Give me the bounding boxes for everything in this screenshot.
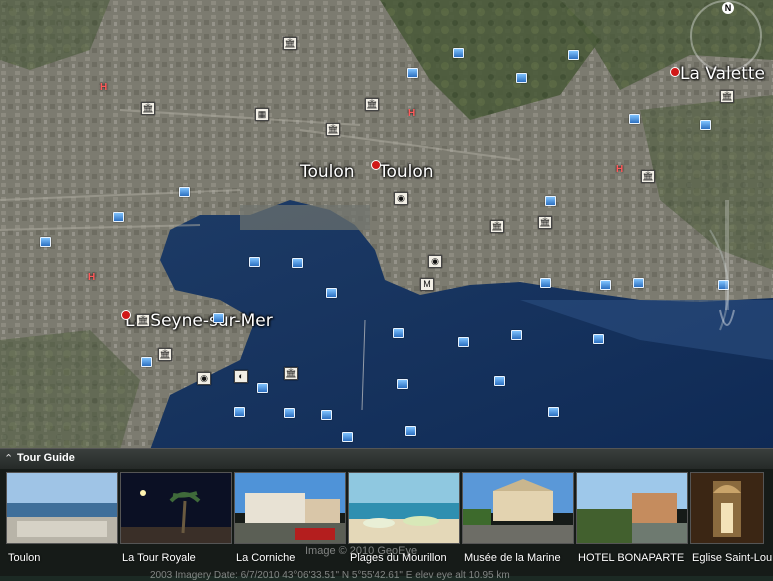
photo-pin-icon[interactable]: [257, 383, 268, 393]
tour-card-la-corniche[interactable]: La Corniche: [234, 472, 346, 572]
museum-icon[interactable]: 🏛: [326, 123, 340, 136]
photo-pin-icon[interactable]: [342, 432, 353, 442]
tour-card-musee-de-la-marine[interactable]: Musée de la Marine: [462, 472, 574, 572]
photo-pin-icon[interactable]: [453, 48, 464, 58]
museum-icon[interactable]: 🏛: [136, 314, 150, 327]
photo-pin-icon[interactable]: [234, 407, 245, 417]
tour-thumbnail[interactable]: [462, 472, 574, 544]
photo-pin-icon[interactable]: [405, 426, 416, 436]
photo-pin-icon[interactable]: [393, 328, 404, 338]
photo-pin-icon[interactable]: [321, 410, 332, 420]
tour-card-label: Toulon: [8, 552, 41, 564]
photo-pin-icon[interactable]: [548, 407, 559, 417]
hotel-icon[interactable]: H: [408, 108, 415, 119]
museum-icon[interactable]: 🏛: [720, 90, 734, 103]
tour-guide-panel: ⌃ Tour Guide Toulon La Tour Royale La Co…: [0, 448, 773, 581]
satellite-map[interactable]: Toulon Toulon La Valette La Seyne-sur-Me…: [0, 0, 773, 450]
photo-pin-icon[interactable]: [40, 237, 51, 247]
museum-icon[interactable]: 🏛: [641, 170, 655, 183]
tour-card-label: Musée de la Marine: [464, 552, 561, 564]
photo-pin-icon[interactable]: [397, 379, 408, 389]
photo-pin-icon[interactable]: [545, 196, 556, 206]
photo-pin-icon[interactable]: [284, 408, 295, 418]
tour-card-label: La Corniche: [236, 552, 296, 564]
shopping-icon[interactable]: ▦: [255, 108, 269, 121]
tour-thumbnail[interactable]: [348, 472, 460, 544]
photo-pin-icon[interactable]: [458, 337, 469, 347]
city-marker-icon[interactable]: [371, 160, 381, 170]
imagery-attribution: Image © 2010 GeoEye: [305, 545, 418, 557]
photo-pin-icon[interactable]: [113, 212, 124, 222]
tour-card-la-tour-royale[interactable]: La Tour Royale: [120, 472, 232, 572]
museum-icon[interactable]: 🏛: [158, 348, 172, 361]
camera-icon[interactable]: ◉: [197, 372, 211, 385]
zoom-slider[interactable]: [718, 200, 736, 340]
camera-icon[interactable]: ◉: [394, 192, 408, 205]
photo-pin-icon[interactable]: [326, 288, 337, 298]
photo-pin-icon[interactable]: [407, 68, 418, 78]
place-label-toulon[interactable]: Toulon: [300, 162, 355, 182]
photo-pin-icon[interactable]: [700, 120, 711, 130]
tour-guide-title: Tour Guide: [17, 452, 75, 464]
tour-card-hotel-bonaparte[interactable]: HOTEL BONAPARTE: [576, 472, 688, 572]
place-label-toulon-2[interactable]: Toulon: [379, 162, 434, 182]
north-indicator-icon[interactable]: N: [722, 2, 734, 14]
city-marker-icon[interactable]: [670, 67, 680, 77]
museum-icon[interactable]: 🏛: [538, 216, 552, 229]
tour-guide-header[interactable]: ⌃ Tour Guide: [0, 448, 773, 469]
photo-pin-icon[interactable]: [511, 330, 522, 340]
tour-thumbnail[interactable]: [234, 472, 346, 544]
tour-thumbnail[interactable]: [6, 472, 118, 544]
tour-thumbnail[interactable]: [690, 472, 764, 544]
photo-pin-icon[interactable]: [494, 376, 505, 386]
photo-pin-icon[interactable]: [629, 114, 640, 124]
museum-icon[interactable]: 🏛: [283, 37, 297, 50]
hotel-icon[interactable]: H: [616, 164, 623, 175]
museum-icon[interactable]: 🏛: [490, 220, 504, 233]
tour-thumbnail[interactable]: [120, 472, 232, 544]
tour-card-label: HOTEL BONAPARTE: [578, 552, 685, 564]
photo-pin-icon[interactable]: [213, 313, 224, 323]
photo-pin-icon[interactable]: [249, 257, 260, 267]
satellite-imagery: [0, 0, 773, 450]
photo-pin-icon[interactable]: [633, 278, 644, 288]
tour-card-label: Eglise Saint-Lou: [692, 552, 773, 564]
hotel-icon[interactable]: H: [88, 272, 95, 283]
photo-pin-icon[interactable]: [141, 357, 152, 367]
photo-pin-icon[interactable]: [292, 258, 303, 268]
camera-icon[interactable]: ◉: [428, 255, 442, 268]
hotel-icon[interactable]: H: [100, 82, 107, 93]
photo-pin-icon[interactable]: [600, 280, 611, 290]
tour-card-eglise-saint-louis[interactable]: Eglise Saint-Lou: [690, 472, 773, 572]
photo-pin-icon[interactable]: [540, 278, 551, 288]
photo-pin-icon[interactable]: [568, 50, 579, 60]
tour-card-toulon[interactable]: Toulon: [6, 472, 118, 572]
collapse-chevron-icon[interactable]: ⌃: [4, 452, 13, 465]
city-marker-icon[interactable]: [121, 310, 131, 320]
tour-thumbnail[interactable]: [576, 472, 688, 544]
tour-card-plages-du-mourillon[interactable]: Plages du Mourillon: [348, 472, 460, 572]
photo-pin-icon[interactable]: [179, 187, 190, 197]
tour-card-label: La Tour Royale: [122, 552, 196, 564]
photo-pin-icon[interactable]: [593, 334, 604, 344]
museum-icon[interactable]: 🏛: [141, 102, 155, 115]
photo-pin-icon[interactable]: [516, 73, 527, 83]
art-palette-icon[interactable]: ◐: [234, 370, 248, 383]
museum-icon[interactable]: M: [420, 278, 434, 291]
museum-icon[interactable]: 🏛: [284, 367, 298, 380]
museum-icon[interactable]: 🏛: [365, 98, 379, 111]
